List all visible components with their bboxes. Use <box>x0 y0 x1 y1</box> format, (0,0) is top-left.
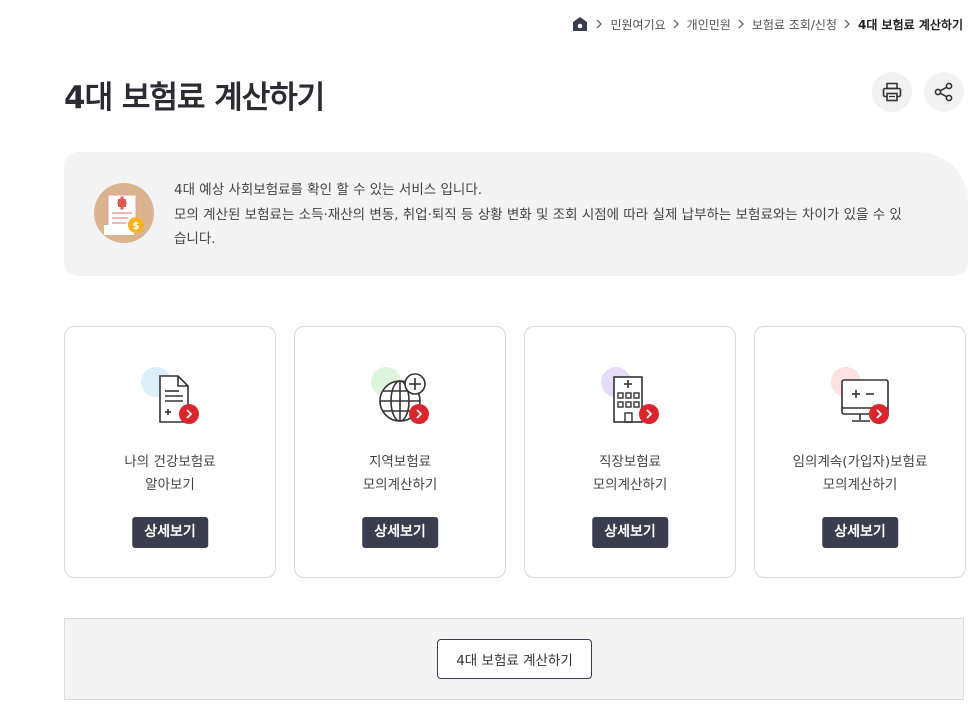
card-title-line: 지역보험료 <box>368 454 432 470</box>
building-icon <box>598 363 662 427</box>
service-info-box: $ 4대 예상 사회보험료를 확인 할 수 있는 서비스 입니다. 모의 계산된… <box>64 152 968 276</box>
share-icon <box>934 82 953 102</box>
card-workplace-insurance: 직장보험료 모의계산하기 상세보기 <box>524 326 736 578</box>
card-voluntary-insurance: 임의계속(가입자)보험료 모의계산하기 상세보기 <box>754 326 966 578</box>
calculate-insurance-button[interactable]: 4대 보험료 계산하기 <box>437 639 592 679</box>
detail-button[interactable]: 상세보기 <box>132 517 208 548</box>
detail-button[interactable]: 상세보기 <box>362 517 438 548</box>
card-title: 나의 건강보험료 알아보기 <box>65 451 275 497</box>
service-cards: 나의 건강보험료 알아보기 상세보기 지역보험료 모의계산하기 상세보기 직장보… <box>64 326 966 578</box>
card-regional-insurance: 지역보험료 모의계산하기 상세보기 <box>294 326 506 578</box>
detail-button[interactable]: 상세보기 <box>822 517 898 548</box>
page-actions <box>872 72 964 112</box>
globe-icon <box>368 363 432 427</box>
card-title: 지역보험료 모의계산하기 <box>295 451 505 497</box>
card-title-line: 모의계산하기 <box>592 477 668 493</box>
medical-bill-icon: $ <box>94 183 154 243</box>
card-title-line: 직장보험료 <box>598 454 662 470</box>
card-title-line: 모의계산하기 <box>362 477 438 493</box>
print-button[interactable] <box>872 72 912 112</box>
document-icon <box>138 363 202 427</box>
bottom-action-area: 4대 보험료 계산하기 <box>64 618 964 700</box>
chevron-right-icon <box>738 19 745 29</box>
page-title: 4대 보험료 계산하기 <box>64 80 325 116</box>
breadcrumb: 민원여기요 개인민원 보험료 조회/신청 4대 보험료 계산하기 <box>571 15 963 33</box>
share-button[interactable] <box>924 72 964 112</box>
breadcrumb-current: 4대 보험료 계산하기 <box>857 17 963 32</box>
svg-text:$: $ <box>133 221 140 232</box>
detail-button[interactable]: 상세보기 <box>592 517 668 548</box>
card-title: 임의계속(가입자)보험료 모의계산하기 <box>755 451 965 497</box>
chevron-right-icon <box>844 19 851 29</box>
card-title-line: 알아보기 <box>145 477 195 493</box>
card-title-line: 임의계속(가입자)보험료 <box>792 454 928 470</box>
calculator-monitor-icon <box>828 363 892 427</box>
chevron-right-icon <box>673 19 680 29</box>
breadcrumb-link[interactable]: 개인민원 <box>687 16 731 33</box>
chevron-right-icon <box>596 19 603 29</box>
breadcrumb-link[interactable]: 보험료 조회/신청 <box>752 16 837 33</box>
card-title-line: 나의 건강보험료 <box>124 454 216 470</box>
info-line: 모의 계산된 보험료는 소득·재산의 변동, 취업·퇴직 등 상황 변화 및 조… <box>174 206 902 248</box>
info-line: 4대 예상 사회보험료를 확인 할 수 있는 서비스 입니다. <box>174 182 483 198</box>
card-title-line: 모의계산하기 <box>822 477 898 493</box>
breadcrumb-link[interactable]: 민원여기요 <box>610 16 665 33</box>
card-title: 직장보험료 모의계산하기 <box>525 451 735 497</box>
card-health-insurance: 나의 건강보험료 알아보기 상세보기 <box>64 326 276 578</box>
home-icon[interactable] <box>571 15 589 33</box>
info-description: 4대 예상 사회보험료를 확인 할 수 있는 서비스 입니다. 모의 계산된 보… <box>174 178 914 252</box>
printer-icon <box>882 82 902 102</box>
